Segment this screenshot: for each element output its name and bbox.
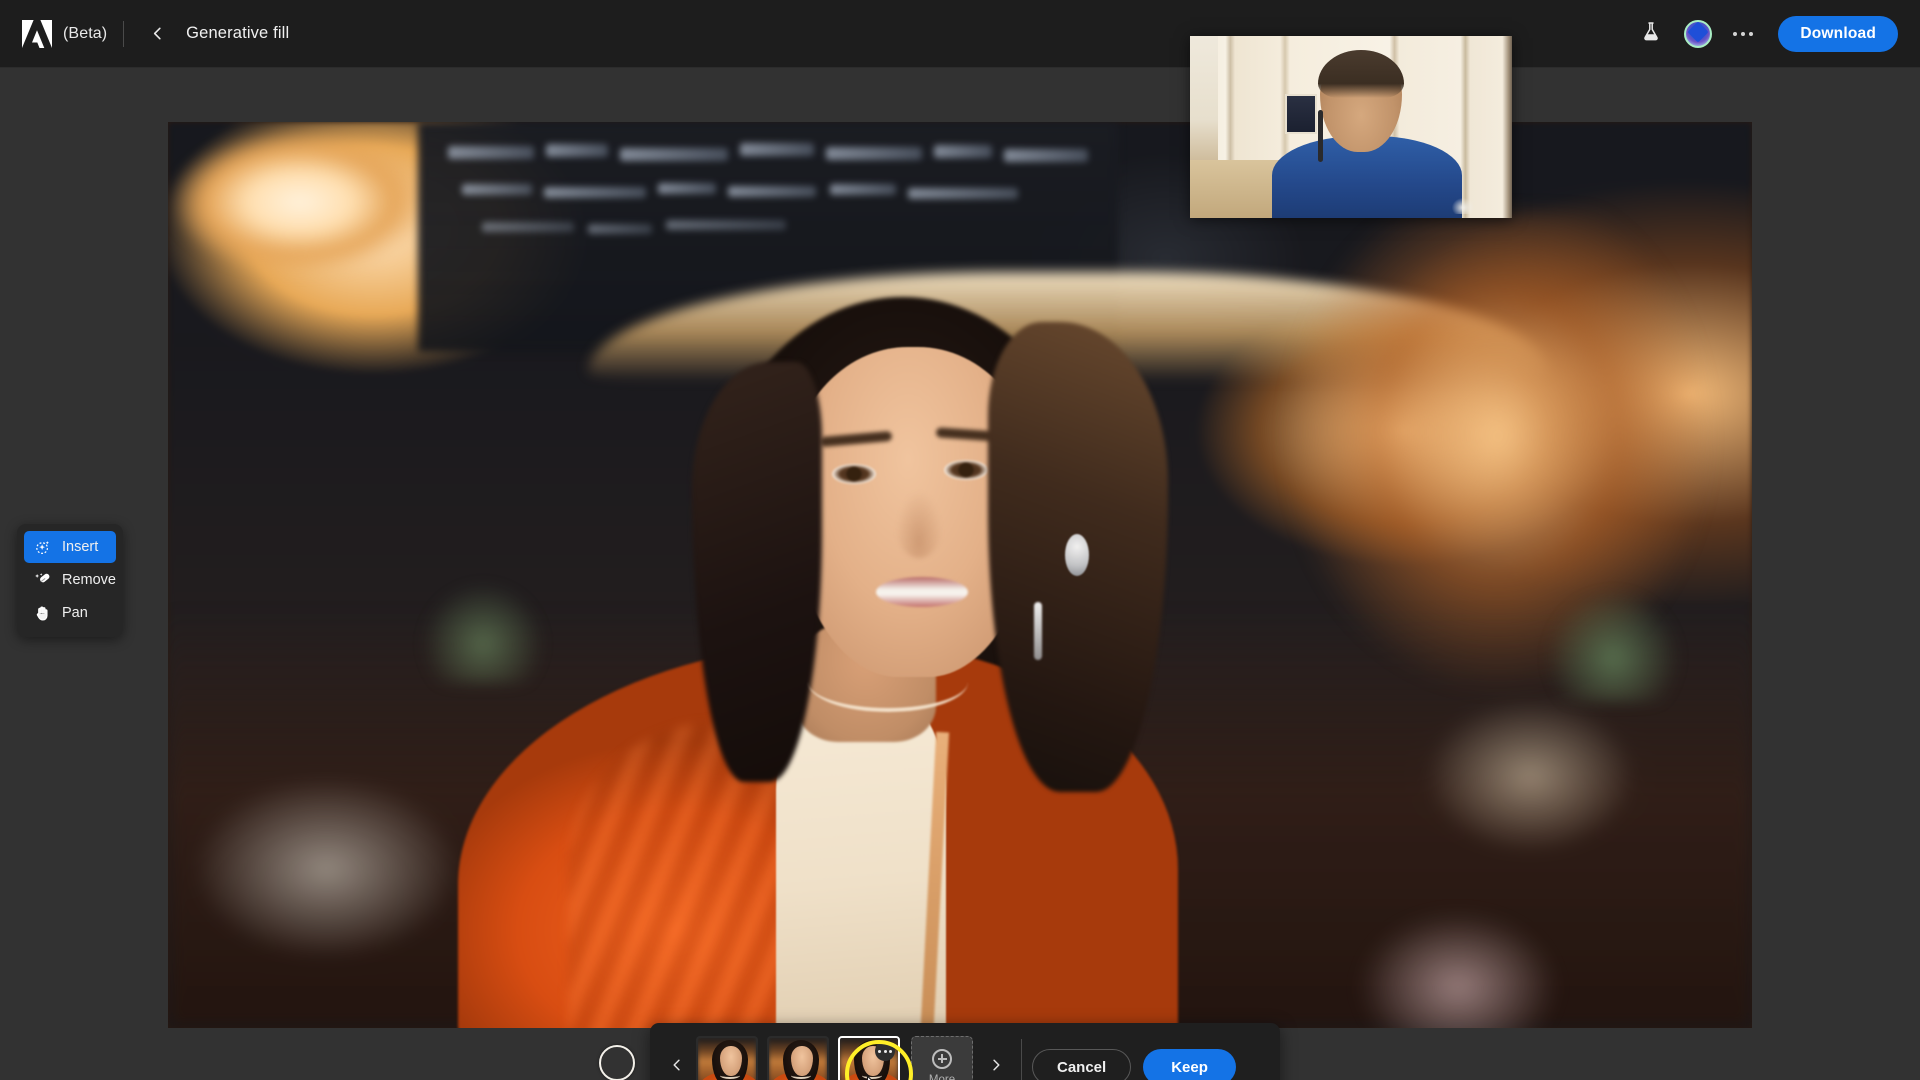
- header-divider: [123, 20, 125, 47]
- tool-pan[interactable]: Pan: [24, 597, 116, 629]
- magic-wand-sparkle-icon: [33, 538, 51, 556]
- plus-circle-icon: [932, 1048, 952, 1069]
- subject-earring: [1065, 534, 1089, 576]
- brush-cursor-indicator: [599, 1045, 635, 1080]
- ellipsis-icon-dot-2: [1741, 31, 1746, 36]
- subject-earring-dangle: [1034, 602, 1042, 660]
- next-variation-button[interactable]: [983, 1047, 1009, 1080]
- app-root: (Beta) Generative fill Download Insert R…: [0, 0, 1920, 1080]
- eraser-sparkle-icon: [33, 571, 51, 589]
- chevron-left-icon: [150, 26, 165, 41]
- webcam-earbud-cable: [1318, 110, 1323, 162]
- back-button[interactable]: [142, 19, 172, 49]
- experiments-button[interactable]: [1632, 15, 1670, 53]
- subject-portrait: [168, 122, 1752, 1028]
- tool-remove-label: Remove: [62, 572, 116, 588]
- keep-button[interactable]: Keep: [1143, 1049, 1236, 1080]
- webcam-shirt-logo: [1452, 198, 1474, 214]
- generate-more-button[interactable]: More: [911, 1036, 973, 1080]
- top-header-bar: (Beta) Generative fill Download: [0, 0, 1920, 68]
- tool-insert[interactable]: Insert: [24, 531, 116, 563]
- beta-badge: (Beta): [63, 24, 108, 42]
- variation-thumbnail-1[interactable]: [696, 1036, 758, 1080]
- thumbnail-image: [698, 1038, 756, 1080]
- subject-eye-right: [944, 460, 988, 480]
- toolbar-divider: [1021, 1039, 1022, 1080]
- adobe-a-logo-icon: [22, 19, 52, 48]
- avatar[interactable]: [1684, 19, 1713, 48]
- document-image[interactable]: [168, 122, 1752, 1028]
- webcam-wall-panel: [1285, 94, 1317, 134]
- header-right-group: Download: [1624, 15, 1920, 53]
- cancel-button[interactable]: Cancel: [1032, 1049, 1132, 1080]
- ellipsis-icon-dot-3: [1749, 31, 1754, 36]
- flask-icon: [1641, 21, 1661, 47]
- webcam-overlay[interactable]: [1190, 36, 1512, 218]
- subject-necklace: [808, 652, 968, 712]
- hand-icon: [33, 604, 51, 622]
- generate-more-label: More: [928, 1073, 956, 1080]
- variation-toolbar: More Cancel Keep: [650, 1023, 1280, 1080]
- tool-remove[interactable]: Remove: [24, 564, 116, 596]
- ellipsis-icon-dot-1: [878, 1049, 881, 1053]
- header-left-group: (Beta) Generative fill: [0, 19, 289, 49]
- subject-mouth: [876, 577, 968, 607]
- tool-pan-label: Pan: [62, 605, 88, 621]
- chevron-left-icon: [670, 1058, 684, 1077]
- thumbnail-overflow-button[interactable]: [875, 1041, 895, 1061]
- overflow-menu-button[interactable]: [1724, 15, 1762, 53]
- thumbnail-image: [769, 1038, 827, 1080]
- subject-hair-left-strand: [692, 362, 822, 782]
- subject-nose: [896, 492, 942, 558]
- tool-insert-label: Insert: [62, 539, 99, 555]
- subject-eye-left: [832, 464, 876, 484]
- variation-thumbnail-2[interactable]: [767, 1036, 829, 1080]
- ellipsis-icon-dot-2: [883, 1049, 887, 1053]
- variation-thumbnails: [696, 1036, 900, 1080]
- chevron-right-icon: [989, 1058, 1003, 1077]
- page-title: Generative fill: [186, 24, 290, 42]
- tool-panel: Insert Remove Pan: [17, 524, 123, 637]
- ellipsis-icon-dot-3: [889, 1049, 892, 1053]
- prev-variation-button[interactable]: [664, 1047, 690, 1080]
- variation-thumbnail-3[interactable]: [838, 1036, 900, 1080]
- download-button[interactable]: Download: [1778, 15, 1898, 52]
- ellipsis-icon-dot-1: [1733, 31, 1738, 36]
- canvas-area[interactable]: Insert Remove Pan More Cancel Keep: [0, 68, 1920, 1080]
